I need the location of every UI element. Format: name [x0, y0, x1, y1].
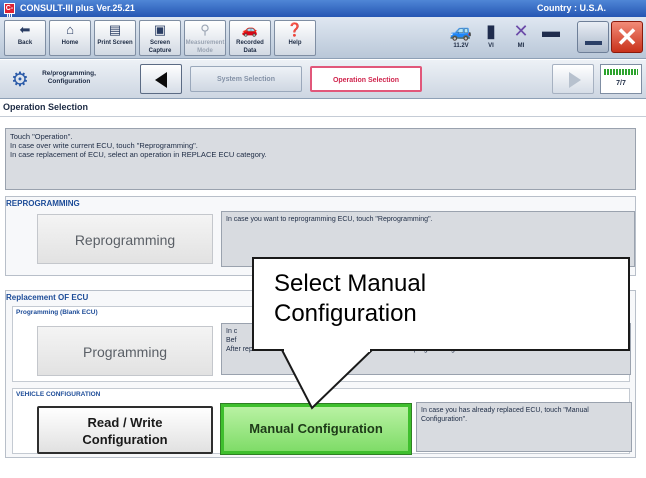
callout-pointer-shape [280, 349, 375, 410]
callout-pointer [280, 348, 375, 410]
